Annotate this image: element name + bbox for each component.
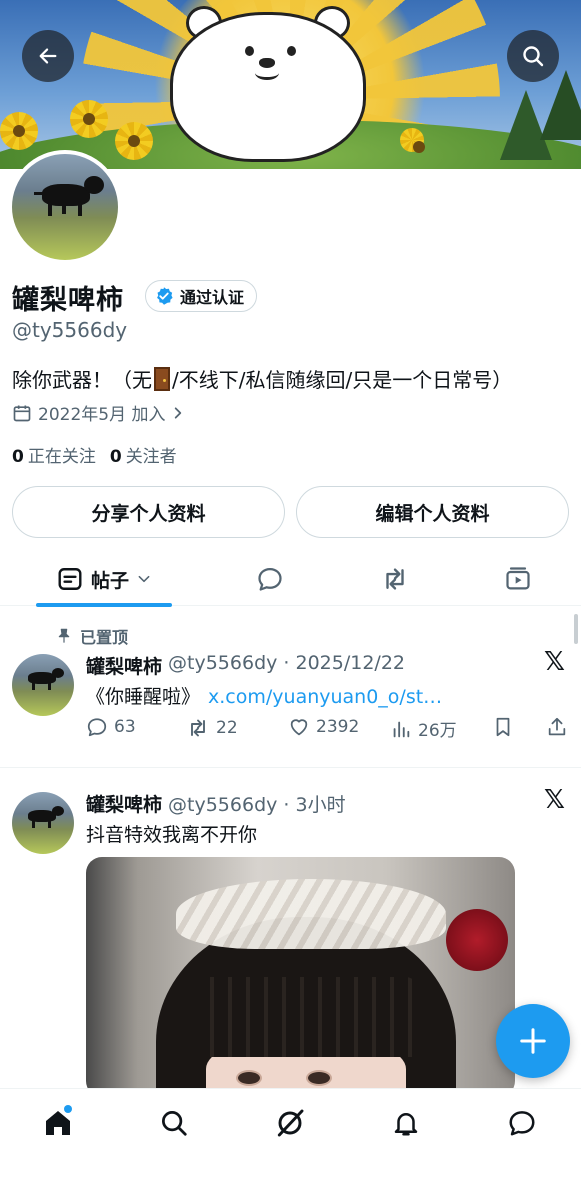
back-button[interactable] bbox=[22, 30, 74, 82]
post-link[interactable]: x.com/yuanyuan0_o/st… bbox=[208, 686, 442, 708]
verified-badge-button[interactable]: 通过认证 bbox=[145, 280, 258, 312]
post-handle-time: @ty5566dy · 3小时 bbox=[168, 794, 346, 816]
x-logo-icon: 𝕏 bbox=[544, 785, 565, 815]
like-icon bbox=[290, 719, 308, 736]
post-text: 《你睡醒啦》 x.com/yuanyuan0_o/st… bbox=[86, 682, 442, 709]
tab-posts[interactable]: 帖子 bbox=[36, 552, 172, 606]
notification-dot bbox=[64, 1105, 72, 1113]
compose-button[interactable] bbox=[496, 1004, 570, 1078]
reply-count: 63 bbox=[114, 717, 136, 737]
bio-text-end: /不线下/私信随缘回/只是一个日常号） bbox=[172, 368, 513, 392]
post-avatar[interactable] bbox=[12, 654, 74, 716]
pin-icon bbox=[58, 628, 70, 643]
nav-notifications[interactable] bbox=[388, 1105, 424, 1141]
repost-button[interactable]: 22 bbox=[186, 716, 238, 740]
posts-tab-icon bbox=[58, 568, 82, 590]
bookmark-button[interactable] bbox=[492, 716, 514, 738]
follow-stats: 0 正在关注 0 关注者 bbox=[12, 442, 177, 467]
bookmark-icon bbox=[496, 717, 510, 737]
reply-icon bbox=[87, 718, 107, 737]
verified-label: 通过认证 bbox=[180, 288, 245, 307]
post-body: 抖音特效我离不开你 bbox=[86, 824, 258, 846]
share-icon bbox=[548, 717, 566, 736]
post-avatar[interactable] bbox=[12, 792, 74, 854]
post-handle-time: @ty5566dy · 2025/12/22 bbox=[168, 652, 405, 674]
followers-link[interactable]: 0 关注者 bbox=[110, 442, 177, 467]
like-count: 2392 bbox=[316, 717, 360, 737]
views-button[interactable]: 26万 bbox=[390, 716, 457, 741]
door-emoji-icon bbox=[154, 367, 170, 391]
profile-tabs: 帖子 bbox=[0, 552, 581, 607]
profile-banner[interactable] bbox=[0, 0, 581, 169]
profile-display-name: 罐梨啤柿 bbox=[12, 285, 124, 316]
reply-icon bbox=[258, 567, 282, 591]
x-logo-icon: 𝕏 bbox=[544, 647, 565, 677]
notifications-icon bbox=[394, 1113, 418, 1136]
bottom-nav bbox=[0, 1088, 581, 1199]
views-icon bbox=[393, 721, 410, 737]
chevron-down-icon bbox=[138, 575, 150, 583]
repost-icon bbox=[191, 719, 205, 737]
repost-count: 22 bbox=[216, 718, 238, 738]
share-button[interactable] bbox=[546, 716, 568, 738]
scrollbar[interactable] bbox=[574, 614, 578, 644]
media-icon bbox=[506, 567, 530, 590]
verified-badge-icon bbox=[157, 287, 173, 305]
pinned-label: 已置顶 bbox=[80, 628, 129, 647]
bio-text-start: 除你武器！（无 bbox=[12, 368, 152, 392]
calendar-icon bbox=[13, 405, 31, 421]
search-icon bbox=[523, 46, 544, 67]
messages-icon bbox=[509, 1111, 535, 1136]
back-arrow-icon bbox=[39, 48, 57, 64]
tab-active-indicator bbox=[36, 603, 172, 607]
profile-avatar[interactable] bbox=[8, 150, 122, 264]
profile-bio: 除你武器！（无/不线下/私信随缘回/只是一个日常号） bbox=[12, 364, 512, 393]
profile-handle: @ty5566dy bbox=[12, 318, 128, 342]
post-photo[interactable] bbox=[86, 857, 515, 1097]
nav-home[interactable] bbox=[40, 1105, 76, 1141]
search-icon bbox=[162, 1111, 187, 1136]
reply-button[interactable]: 63 bbox=[86, 716, 136, 738]
post-header: 罐梨啤柿 @ty5566dy · 2025/12/22 bbox=[86, 652, 405, 679]
post-author-name[interactable]: 罐梨啤柿 bbox=[86, 790, 162, 817]
joined-label: 2022年5月 加入 bbox=[38, 405, 166, 425]
following-count: 0 bbox=[12, 447, 24, 467]
grok-icon bbox=[277, 1109, 304, 1137]
share-profile-button[interactable]: 分享个人资料 bbox=[12, 486, 285, 538]
followers-count: 0 bbox=[109, 447, 122, 467]
chevron-right-icon bbox=[175, 406, 182, 419]
followers-label: 关注者 bbox=[125, 447, 177, 467]
post-actions: 63 22 2392 26万 bbox=[86, 716, 570, 744]
edit-profile-button[interactable]: 编辑个人资料 bbox=[296, 486, 569, 538]
post-body: 《你睡醒啦》 bbox=[86, 686, 201, 708]
tab-media[interactable] bbox=[488, 552, 548, 606]
tab-reposts[interactable] bbox=[365, 552, 425, 606]
post-header: 罐梨啤柿 @ty5566dy · 3小时 bbox=[86, 790, 346, 817]
post-divider bbox=[0, 767, 581, 768]
nav-search[interactable] bbox=[156, 1105, 192, 1141]
joined-date[interactable]: 2022年5月 加入 bbox=[12, 400, 185, 425]
post-author-name[interactable]: 罐梨啤柿 bbox=[86, 652, 162, 679]
views-count: 26万 bbox=[418, 721, 457, 741]
tab-replies[interactable] bbox=[240, 552, 300, 606]
repost-icon bbox=[386, 568, 404, 590]
pinned-indicator: 已置顶 bbox=[56, 624, 128, 648]
following-link[interactable]: 0 正在关注 bbox=[12, 442, 96, 467]
tab-posts-label: 帖子 bbox=[90, 569, 129, 592]
like-button[interactable]: 2392 bbox=[288, 716, 359, 738]
following-label: 正在关注 bbox=[27, 447, 96, 467]
nav-grok[interactable] bbox=[272, 1105, 308, 1141]
nav-messages[interactable] bbox=[504, 1105, 540, 1141]
search-button[interactable] bbox=[507, 30, 559, 82]
plus-icon bbox=[520, 1028, 546, 1054]
